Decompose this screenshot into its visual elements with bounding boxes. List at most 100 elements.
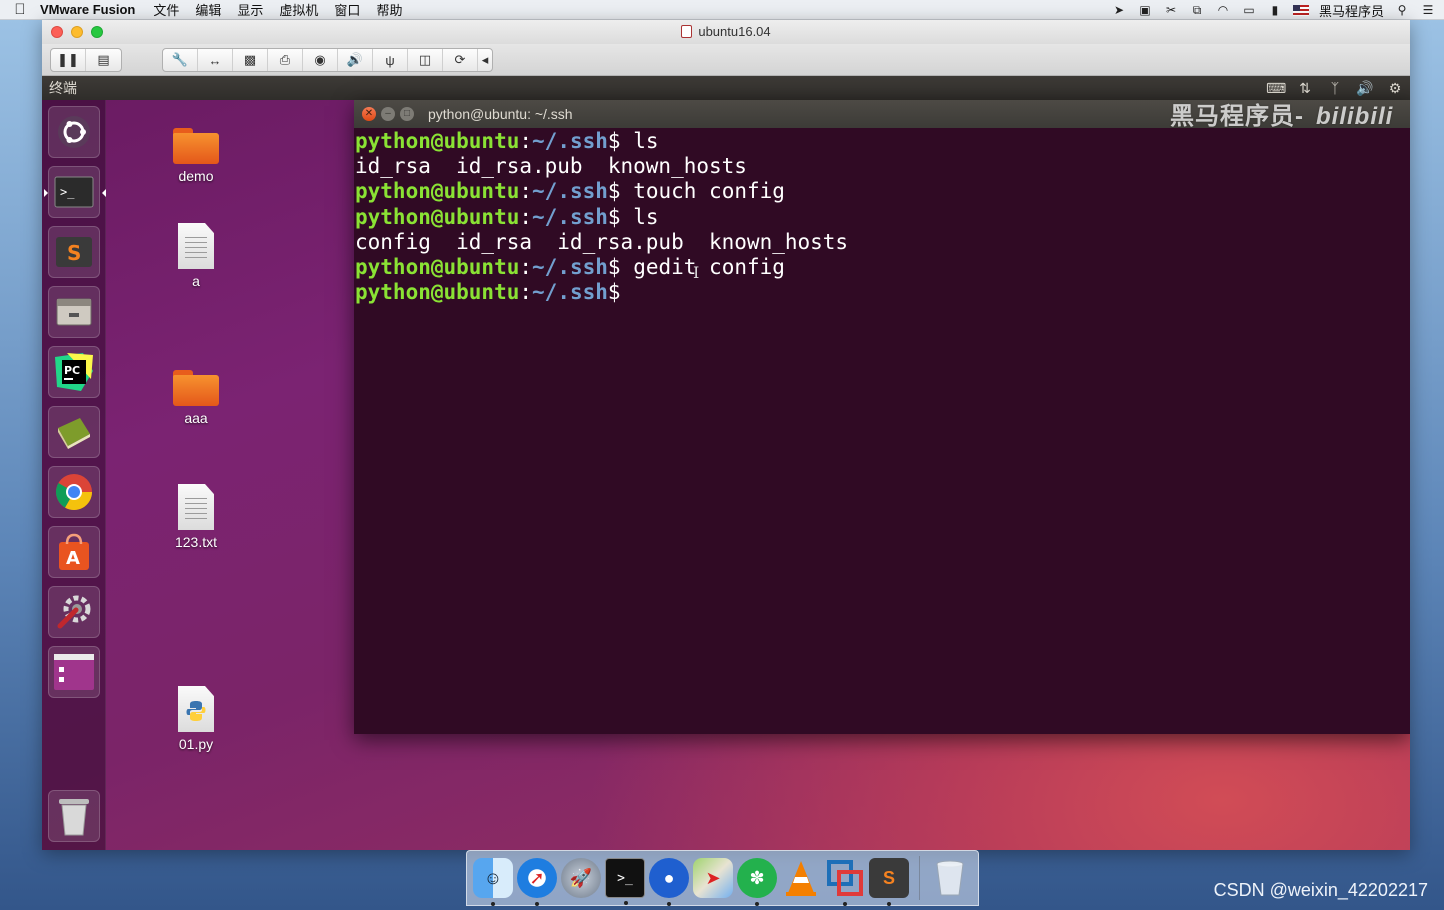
prompt-path: ~/.ssh [532, 204, 608, 229]
terminal-command: touch config [620, 179, 785, 204]
workspace-icon [54, 654, 94, 690]
dock-sublime[interactable]: S [869, 858, 909, 906]
dock-trash[interactable] [930, 858, 970, 898]
dock-terminal[interactable]: >_ [605, 858, 645, 905]
dock-vmware[interactable] [825, 858, 865, 906]
input-source-flag-icon[interactable] [1292, 4, 1309, 16]
terminal-prompt-line: python@ubuntu:~/.ssh$ touch config [355, 179, 1410, 204]
prompt-colon: : [519, 255, 533, 280]
usb-icon: ψ [385, 52, 395, 68]
window-minimize-button[interactable] [71, 26, 83, 38]
desktop-icon-aaa[interactable]: aaa [151, 370, 241, 426]
camera-button[interactable]: ◉ [303, 49, 338, 71]
dock-vlc[interactable] [781, 858, 821, 898]
printer-icon: ⎙ [279, 52, 291, 67]
python-file-icon [178, 686, 214, 732]
dock-mindnode[interactable]: ✽ [737, 858, 777, 906]
settings-button[interactable]: 🔧 [163, 49, 198, 71]
toolbar-more-button[interactable]: ◂ [478, 49, 492, 71]
launcher-terminal[interactable]: >_ [44, 166, 106, 218]
usb-button[interactable]: ψ [373, 49, 408, 71]
screen-recorder-icon: ● [663, 867, 675, 888]
dock-screen-recorder[interactable]: ● [649, 858, 689, 906]
launcher-software-center[interactable]: A [48, 526, 100, 578]
desktop-icon-01-py[interactable]: 01.py [151, 686, 241, 752]
snapshot-button[interactable]: ▤ [86, 49, 121, 71]
terminal-minimize-button[interactable]: – [381, 107, 395, 121]
dock-running-dot [843, 902, 847, 906]
text-document-icon [178, 223, 214, 269]
disk-button[interactable]: ▩ [233, 49, 268, 71]
wifi-icon[interactable]: ◠ [1215, 3, 1231, 17]
terminal-title: python@ubuntu: ~/.ssh [428, 106, 573, 122]
launcher-settings[interactable] [48, 586, 100, 638]
vmware-window: ubuntu16.04 ❚❚ ▤ 🔧 ↔ ▩ ⎙ ◉ 🔊 ψ ◫ ⟳ ◂ 终端 … [42, 20, 1410, 850]
sync-button[interactable]: ⟳ [443, 49, 478, 71]
window-switch-icon[interactable]: ⧉ [1189, 3, 1205, 17]
dock-running-dot [535, 902, 539, 906]
terminal-window[interactable]: ✕ – □ python@ubuntu: ~/.ssh python@ubunt… [354, 100, 1410, 734]
launcher-book[interactable] [48, 406, 100, 458]
ubuntu-guest-screen[interactable]: 终端 ⌨ ⇅ ᛉ 🔊 ⚙ >_ S PC A demo a aaa 123.tx… [42, 76, 1410, 850]
dock-finder[interactable]: ☺ [473, 858, 513, 906]
scissors-icon[interactable]: ✂ [1163, 3, 1179, 17]
pause-button[interactable]: ❚❚ [51, 49, 86, 71]
desktop-icon-demo[interactable]: demo [151, 128, 241, 184]
terminal-close-button[interactable]: ✕ [362, 107, 376, 121]
menu-edit[interactable]: 编辑 [195, 0, 221, 19]
launcher-pycharm[interactable]: PC [48, 346, 100, 398]
svg-text:>_: >_ [60, 185, 75, 199]
camera-icon[interactable]: ▣ [1137, 3, 1153, 17]
launcher-files[interactable] [48, 286, 100, 338]
window-zoom-button[interactable] [91, 26, 103, 38]
battery-icon[interactable]: ▮ [1267, 3, 1283, 17]
vm-title: ubuntu16.04 [698, 24, 771, 39]
dock-launchpad[interactable]: 🚀 [561, 858, 601, 898]
menu-help[interactable]: 帮助 [376, 0, 402, 19]
vmware-titlebar[interactable]: ubuntu16.04 [42, 20, 1410, 44]
floppy-button[interactable]: ◫ [408, 49, 443, 71]
terminal-output[interactable]: python@ubuntu:~/.ssh$ ls id_rsa id_rsa.pu… [354, 128, 1410, 305]
dock-maps[interactable]: ➤ [693, 858, 733, 898]
finder-icon: ☺ [483, 867, 503, 888]
svg-text:S: S [67, 241, 81, 265]
sync-icon: ⟳ [454, 52, 466, 67]
menu-view[interactable]: 显示 [237, 0, 263, 19]
launcher-workspace-switcher[interactable] [48, 646, 100, 698]
launcher-dash[interactable] [48, 106, 100, 158]
menu-window[interactable]: 窗口 [334, 0, 360, 19]
sound-button[interactable]: 🔊 [338, 49, 373, 71]
prompt-user: python@ubuntu [355, 255, 520, 280]
terminal-maximize-button[interactable]: □ [400, 107, 414, 121]
dock-running-dot [491, 902, 495, 906]
dock-safari[interactable]: ➚ [517, 858, 557, 906]
launcher-trash[interactable] [48, 790, 100, 842]
chevron-left-icon: ◂ [481, 52, 489, 67]
spotlight-search-icon[interactable]: ⚲ [1394, 3, 1410, 17]
folder-icon [173, 128, 219, 164]
video-watermark: 黑马程序员-bilibili [1170, 96, 1393, 131]
dock-separator [919, 856, 920, 900]
apple-icon[interactable]:  [0, 1, 40, 18]
software-center-icon: A [59, 533, 89, 570]
network-button[interactable]: ↔ [198, 49, 233, 71]
terminal-prompt-line: python@ubuntu:~/.ssh$ ls [355, 129, 1410, 154]
window-close-button[interactable] [51, 26, 63, 38]
bilibili-logo: bilibili [1316, 103, 1394, 130]
prompt-colon: : [519, 280, 533, 305]
mac-app-name[interactable]: VMware Fusion [40, 2, 135, 17]
menu-vm[interactable]: 虚拟机 [279, 0, 318, 19]
send-icon[interactable]: ➤ [1111, 3, 1127, 17]
printer-button[interactable]: ⎙ [268, 49, 303, 71]
prompt-path: ~/.ssh [532, 179, 608, 204]
mac-user-name[interactable]: 黑马程序员 [1319, 1, 1384, 20]
desktop-icon-123-txt[interactable]: 123.txt [151, 484, 241, 550]
airplay-icon[interactable]: ▭ [1241, 3, 1257, 17]
notification-list-icon[interactable]: ☰ [1420, 3, 1436, 17]
launcher-sublime[interactable]: S [48, 226, 100, 278]
terminal-prompt-line: python@ubuntu:~/.ssh$ ls [355, 205, 1410, 230]
menu-file[interactable]: 文件 [153, 0, 179, 19]
launcher-chrome[interactable] [48, 466, 100, 518]
desktop-icon-a[interactable]: a [151, 223, 241, 289]
dock-running-dot [624, 901, 628, 905]
